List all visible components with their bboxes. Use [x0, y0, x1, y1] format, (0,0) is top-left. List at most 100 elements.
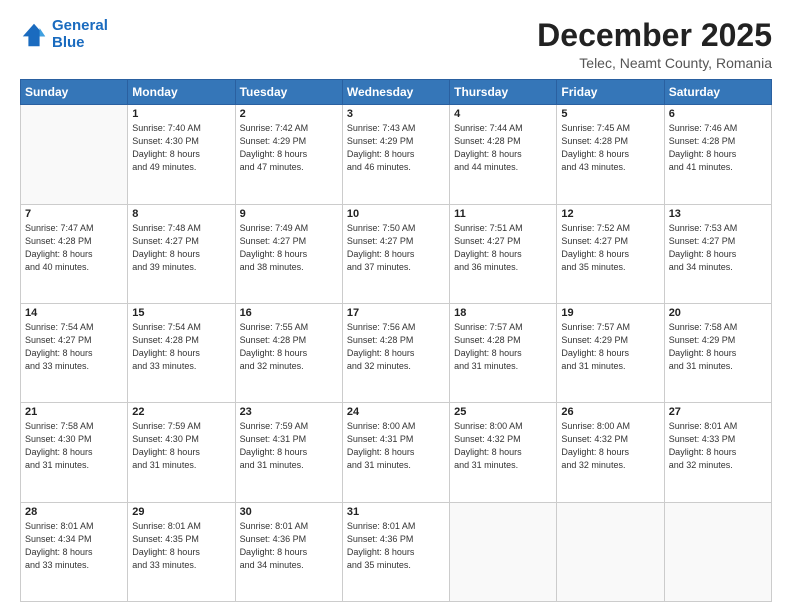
day-number: 25 — [454, 406, 552, 418]
day-number: 26 — [561, 406, 659, 418]
calendar-header-thursday: Thursday — [450, 80, 557, 105]
calendar-header-friday: Friday — [557, 80, 664, 105]
day-info: Sunrise: 7:42 AMSunset: 4:29 PMDaylight:… — [240, 122, 338, 174]
table-row: 24 Sunrise: 8:00 AMSunset: 4:31 PMDayligh… — [342, 403, 449, 502]
calendar-week-row: 14 Sunrise: 7:54 AMSunset: 4:27 PMDayligh… — [21, 303, 772, 402]
day-number: 13 — [669, 208, 767, 220]
day-number: 10 — [347, 208, 445, 220]
table-row: 5 Sunrise: 7:45 AMSunset: 4:28 PMDaylight… — [557, 105, 664, 204]
day-number: 4 — [454, 108, 552, 120]
logo-icon — [20, 21, 48, 49]
day-number: 21 — [25, 406, 123, 418]
day-number: 22 — [132, 406, 230, 418]
table-row: 31 Sunrise: 8:01 AMSunset: 4:36 PMDayligh… — [342, 502, 449, 601]
day-info: Sunrise: 7:57 AMSunset: 4:29 PMDaylight:… — [561, 321, 659, 373]
calendar-week-row: 7Sunrise: 7:47 AMSunset: 4:28 PMDaylight… — [21, 204, 772, 303]
day-info: Sunrise: 7:59 AMSunset: 4:31 PMDaylight:… — [240, 420, 338, 472]
logo-text: General Blue — [52, 18, 108, 51]
table-row: 17 Sunrise: 7:56 AMSunset: 4:28 PMDayligh… — [342, 303, 449, 402]
day-info: Sunrise: 8:01 AMSunset: 4:34 PMDaylight:… — [25, 520, 123, 572]
calendar-header-monday: Monday — [128, 80, 235, 105]
day-info: Sunrise: 7:56 AMSunset: 4:28 PMDaylight:… — [347, 321, 445, 373]
day-number: 18 — [454, 307, 552, 319]
day-info: Sunrise: 7:49 AMSunset: 4:27 PMDaylight:… — [240, 222, 338, 274]
table-row: 25 Sunrise: 8:00 AMSunset: 4:32 PMDayligh… — [450, 403, 557, 502]
day-number: 15 — [132, 307, 230, 319]
page: General Blue December 2025 Telec, Neamt … — [0, 0, 792, 612]
logo-line1: General — [52, 17, 108, 34]
day-info: Sunrise: 8:01 AMSunset: 4:36 PMDaylight:… — [347, 520, 445, 572]
day-info: Sunrise: 8:01 AMSunset: 4:33 PMDaylight:… — [669, 420, 767, 472]
table-row: 3 Sunrise: 7:43 AMSunset: 4:29 PMDaylight… — [342, 105, 449, 204]
table-row: 19 Sunrise: 7:57 AMSunset: 4:29 PMDayligh… — [557, 303, 664, 402]
day-info: Sunrise: 7:52 AMSunset: 4:27 PMDaylight:… — [561, 222, 659, 274]
day-number: 23 — [240, 406, 338, 418]
day-number: 7 — [25, 208, 123, 220]
day-info: Sunrise: 7:43 AMSunset: 4:29 PMDaylight:… — [347, 122, 445, 174]
table-row: 16 Sunrise: 7:55 AMSunset: 4:28 PMDayligh… — [235, 303, 342, 402]
table-row: 6Sunrise: 7:46 AMSunset: 4:28 PMDaylight… — [664, 105, 771, 204]
day-info: Sunrise: 8:01 AMSunset: 4:36 PMDaylight:… — [240, 520, 338, 572]
title-block: December 2025 Telec, Neamt County, Roman… — [537, 18, 772, 71]
day-number: 11 — [454, 208, 552, 220]
calendar-header-saturday: Saturday — [664, 80, 771, 105]
table-row: 2 Sunrise: 7:42 AMSunset: 4:29 PMDaylight… — [235, 105, 342, 204]
table-row — [557, 502, 664, 601]
day-number: 24 — [347, 406, 445, 418]
day-number: 6 — [669, 108, 767, 120]
day-info: Sunrise: 7:57 AMSunset: 4:28 PMDaylight:… — [454, 321, 552, 373]
table-row: 13Sunrise: 7:53 AMSunset: 4:27 PMDayligh… — [664, 204, 771, 303]
table-row: 21 Sunrise: 7:58 AMSunset: 4:30 PMDayligh… — [21, 403, 128, 502]
day-info: Sunrise: 8:00 AMSunset: 4:32 PMDaylight:… — [561, 420, 659, 472]
calendar-week-row: 1 Sunrise: 7:40 AMSunset: 4:30 PMDaylight… — [21, 105, 772, 204]
day-number: 16 — [240, 307, 338, 319]
table-row: 7Sunrise: 7:47 AMSunset: 4:28 PMDaylight… — [21, 204, 128, 303]
day-number: 19 — [561, 307, 659, 319]
day-info: Sunrise: 7:45 AMSunset: 4:28 PMDaylight:… — [561, 122, 659, 174]
table-row: 1 Sunrise: 7:40 AMSunset: 4:30 PMDaylight… — [128, 105, 235, 204]
day-number: 8 — [132, 208, 230, 220]
table-row: 23 Sunrise: 7:59 AMSunset: 4:31 PMDayligh… — [235, 403, 342, 502]
table-row: 28 Sunrise: 8:01 AMSunset: 4:34 PMDayligh… — [21, 502, 128, 601]
table-row: 20 Sunrise: 7:58 AMSunset: 4:29 PMDayligh… — [664, 303, 771, 402]
day-info: Sunrise: 7:55 AMSunset: 4:28 PMDaylight:… — [240, 321, 338, 373]
day-number: 3 — [347, 108, 445, 120]
day-info: Sunrise: 7:58 AMSunset: 4:30 PMDaylight:… — [25, 420, 123, 472]
calendar-header-wednesday: Wednesday — [342, 80, 449, 105]
day-number: 1 — [132, 108, 230, 120]
day-info: Sunrise: 7:50 AMSunset: 4:27 PMDaylight:… — [347, 222, 445, 274]
table-row: 30 Sunrise: 8:01 AMSunset: 4:36 PMDayligh… — [235, 502, 342, 601]
day-number: 17 — [347, 307, 445, 319]
day-number: 29 — [132, 506, 230, 518]
day-info: Sunrise: 7:48 AMSunset: 4:27 PMDaylight:… — [132, 222, 230, 274]
calendar-header-row: SundayMondayTuesdayWednesdayThursdayFrid… — [21, 80, 772, 105]
calendar-week-row: 28 Sunrise: 8:01 AMSunset: 4:34 PMDayligh… — [21, 502, 772, 601]
table-row: 14 Sunrise: 7:54 AMSunset: 4:27 PMDayligh… — [21, 303, 128, 402]
table-row: 15Sunrise: 7:54 AMSunset: 4:28 PMDayligh… — [128, 303, 235, 402]
table-row: 22 Sunrise: 7:59 AMSunset: 4:30 PMDayligh… — [128, 403, 235, 502]
day-number: 2 — [240, 108, 338, 120]
day-info: Sunrise: 7:51 AMSunset: 4:27 PMDaylight:… — [454, 222, 552, 274]
table-row — [450, 502, 557, 601]
day-info: Sunrise: 7:54 AMSunset: 4:27 PMDaylight:… — [25, 321, 123, 373]
day-number: 5 — [561, 108, 659, 120]
day-number: 9 — [240, 208, 338, 220]
day-number: 14 — [25, 307, 123, 319]
day-info: Sunrise: 8:00 AMSunset: 4:31 PMDaylight:… — [347, 420, 445, 472]
day-info: Sunrise: 7:59 AMSunset: 4:30 PMDaylight:… — [132, 420, 230, 472]
day-info: Sunrise: 7:40 AMSunset: 4:30 PMDaylight:… — [132, 122, 230, 174]
day-number: 31 — [347, 506, 445, 518]
calendar-table: SundayMondayTuesdayWednesdayThursdayFrid… — [20, 79, 772, 602]
day-number: 12 — [561, 208, 659, 220]
day-number: 30 — [240, 506, 338, 518]
table-row: 9 Sunrise: 7:49 AMSunset: 4:27 PMDaylight… — [235, 204, 342, 303]
table-row: 4 Sunrise: 7:44 AMSunset: 4:28 PMDaylight… — [450, 105, 557, 204]
day-number: 20 — [669, 307, 767, 319]
day-info: Sunrise: 7:44 AMSunset: 4:28 PMDaylight:… — [454, 122, 552, 174]
day-info: Sunrise: 7:58 AMSunset: 4:29 PMDaylight:… — [669, 321, 767, 373]
day-number: 28 — [25, 506, 123, 518]
calendar-header-sunday: Sunday — [21, 80, 128, 105]
table-row: 29Sunrise: 8:01 AMSunset: 4:35 PMDayligh… — [128, 502, 235, 601]
day-info: Sunrise: 8:00 AMSunset: 4:32 PMDaylight:… — [454, 420, 552, 472]
table-row: 8 Sunrise: 7:48 AMSunset: 4:27 PMDaylight… — [128, 204, 235, 303]
